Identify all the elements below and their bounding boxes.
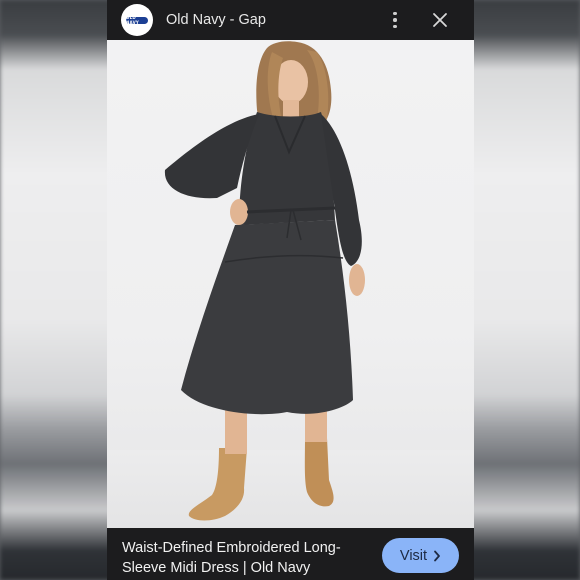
visit-button[interactable]: Visit bbox=[382, 538, 459, 573]
source-title[interactable]: Old Navy - Gap bbox=[166, 12, 266, 28]
more-vert-icon bbox=[393, 11, 397, 16]
model-figure bbox=[164, 41, 365, 521]
more-options-button[interactable] bbox=[385, 6, 405, 34]
visit-label: Visit bbox=[399, 547, 428, 564]
product-footer: Waist-Defined Embroidered Long-Sleeve Mi… bbox=[107, 528, 474, 580]
image-viewer: OLD NAVY Old Navy - Gap Waist-Defined Em… bbox=[107, 0, 474, 580]
brand-logo[interactable]: OLD NAVY bbox=[121, 4, 153, 36]
close-button[interactable] bbox=[428, 6, 452, 34]
product-title[interactable]: Waist-Defined Embroidered Long-Sleeve Mi… bbox=[122, 538, 377, 578]
source-header: OLD NAVY Old Navy - Gap bbox=[107, 0, 474, 40]
chevron-right-icon bbox=[434, 550, 440, 561]
product-image[interactable] bbox=[107, 40, 474, 528]
close-icon bbox=[433, 13, 447, 27]
logo-wordmark: OLD NAVY bbox=[126, 15, 148, 25]
